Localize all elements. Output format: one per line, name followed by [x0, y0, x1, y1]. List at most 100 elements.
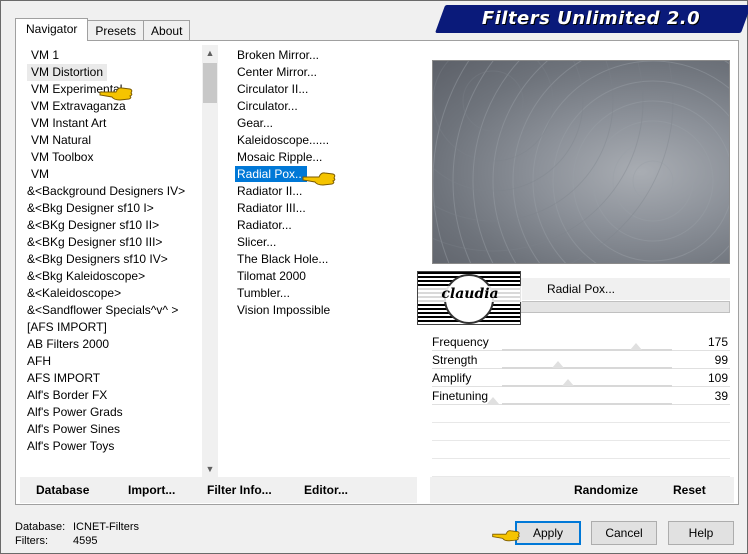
category-scrollbar[interactable]: ▲ ▼	[202, 45, 218, 477]
pointing-hand-icon	[492, 530, 520, 542]
import-button[interactable]: Import...	[128, 477, 175, 503]
category-list[interactable]: VM 1 VM Distortion VM Experimental VM Extra…	[27, 47, 215, 477]
tab-bar: Navigator Presets About	[15, 18, 191, 41]
filter-item[interactable]: Gear...	[235, 115, 425, 132]
category-label: AB Filters 2000	[27, 337, 110, 351]
category-item[interactable]: VM Natural	[27, 132, 215, 149]
param-label: Strength	[432, 353, 478, 367]
help-button[interactable]: Help	[668, 521, 734, 545]
category-item[interactable]: &<Bkg Kaleidoscope>	[27, 268, 215, 285]
filter-item[interactable]: Mosaic Ripple...	[235, 149, 425, 166]
category-label: AFH	[27, 354, 51, 368]
param-amplify[interactable]: Amplify 109	[432, 369, 730, 387]
category-item[interactable]: &<Bkg Designers sf10 IV>	[27, 251, 215, 268]
filter-label: Radial Pox...	[235, 166, 308, 182]
database-button[interactable]: Database	[36, 477, 89, 503]
category-item[interactable]: &<Sandflower Specials^v^ >	[27, 302, 215, 319]
editor-button[interactable]: Editor...	[304, 477, 348, 503]
filter-item[interactable]: Circulator...	[235, 98, 425, 115]
param-value: 99	[714, 353, 728, 367]
category-label: &<Sandflower Specials^v^ >	[27, 303, 179, 317]
scroll-down-icon[interactable]: ▼	[202, 461, 218, 477]
filter-item[interactable]: Broken Mirror...	[235, 47, 425, 64]
category-item[interactable]: Alf's Power Sines	[27, 421, 215, 438]
filter-item[interactable]: Kaleidoscope......	[235, 132, 425, 149]
filter-item[interactable]: Tumbler...	[235, 285, 425, 302]
filter-label: Gear...	[237, 116, 274, 130]
category-label: Alf's Power Grads	[27, 405, 123, 419]
scroll-thumb[interactable]	[203, 63, 217, 103]
category-item[interactable]: Alf's Border FX	[27, 387, 215, 404]
slider-track[interactable]	[502, 403, 672, 405]
empty-param-row	[432, 405, 730, 423]
filter-list[interactable]: Broken Mirror... Center Mirror... Circulat…	[235, 47, 425, 477]
tab-presets[interactable]: Presets	[87, 20, 145, 40]
status-area: Database: ICNET-Filters Filters: 4595	[15, 520, 139, 548]
category-item[interactable]: &<Kaleidoscope>	[27, 285, 215, 302]
reset-button[interactable]: Reset	[673, 477, 706, 503]
category-label: VM	[31, 167, 49, 181]
category-label: &<Kaleidoscope>	[27, 286, 122, 300]
filter-item[interactable]: Vision Impossible	[235, 302, 425, 319]
param-finetuning[interactable]: Finetuning 39	[432, 387, 730, 405]
tab-about[interactable]: About	[143, 20, 191, 40]
filter-label: Slicer...	[237, 235, 277, 249]
category-label: &<BKg Designer sf10 III>	[27, 235, 163, 249]
scroll-up-icon[interactable]: ▲	[202, 45, 218, 61]
category-item[interactable]: VM Toolbox	[27, 149, 215, 166]
filter-label: Circulator...	[237, 99, 298, 113]
category-item[interactable]: VM Distortion	[27, 64, 215, 81]
slider-thumb[interactable]	[487, 397, 499, 404]
category-item[interactable]: Alf's Power Toys	[27, 438, 215, 455]
slider-thumb[interactable]	[630, 343, 642, 350]
category-item[interactable]: [AFS IMPORT]	[27, 319, 215, 336]
claudia-watermark: claudia	[417, 271, 522, 325]
category-item[interactable]: VM	[27, 166, 215, 183]
category-item[interactable]: &<Background Designers IV>	[27, 183, 215, 200]
parameter-sliders: Frequency 175 Strength 99 Amplify 109 Fi…	[432, 333, 730, 477]
filter-item[interactable]: Radiator...	[235, 217, 425, 234]
slider-thumb[interactable]	[562, 379, 574, 386]
apply-button[interactable]: Apply	[515, 521, 581, 545]
param-value: 175	[707, 335, 728, 349]
slider-thumb[interactable]	[552, 361, 564, 368]
category-label: Alf's Power Sines	[27, 422, 120, 436]
filters-count: 4595	[73, 535, 98, 547]
empty-param-row	[432, 459, 730, 477]
category-label: VM Natural	[31, 133, 92, 147]
category-item[interactable]: VM Instant Art	[27, 115, 215, 132]
category-item[interactable]: &<BKg Designer sf10 III>	[27, 234, 215, 251]
category-label: &<Background Designers IV>	[27, 184, 186, 198]
category-label: AFS IMPORT	[27, 371, 101, 385]
cancel-button[interactable]: Cancel	[591, 521, 657, 545]
category-label: Alf's Power Toys	[27, 439, 115, 453]
empty-param-row	[432, 423, 730, 441]
filter-info-button[interactable]: Filter Info...	[207, 477, 272, 503]
filter-label: Kaleidoscope......	[237, 133, 330, 147]
category-item[interactable]: Alf's Power Grads	[27, 404, 215, 421]
filter-item[interactable]: Radiator III...	[235, 200, 425, 217]
category-item[interactable]: &<BKg Designer sf10 II>	[27, 217, 215, 234]
category-label: VM Distortion	[27, 64, 108, 81]
category-item[interactable]: AFS IMPORT	[27, 370, 215, 387]
category-item[interactable]: &<Bkg Designer sf10 I>	[27, 200, 215, 217]
empty-param-row	[432, 441, 730, 459]
filter-label: Broken Mirror...	[237, 48, 320, 62]
category-item[interactable]: VM 1	[27, 47, 215, 64]
randomize-button[interactable]: Randomize	[574, 477, 638, 503]
tab-navigator[interactable]: Navigator	[15, 18, 89, 41]
filter-item[interactable]: Center Mirror...	[235, 64, 425, 81]
filter-item[interactable]: Circulator II...	[235, 81, 425, 98]
category-item[interactable]: AFH	[27, 353, 215, 370]
param-strength[interactable]: Strength 99	[432, 351, 730, 369]
category-item[interactable]: AB Filters 2000	[27, 336, 215, 353]
database-label: Database:	[15, 521, 66, 533]
filter-item[interactable]: The Black Hole...	[235, 251, 425, 268]
filter-item[interactable]: Tilomat 2000	[235, 268, 425, 285]
filter-label: The Black Hole...	[237, 252, 329, 266]
param-frequency[interactable]: Frequency 175	[432, 333, 730, 351]
pointing-hand-icon	[99, 87, 133, 101]
filter-item[interactable]: Slicer...	[235, 234, 425, 251]
filter-label: Circulator II...	[237, 82, 309, 96]
category-label: &<Bkg Kaleidoscope>	[27, 269, 146, 283]
